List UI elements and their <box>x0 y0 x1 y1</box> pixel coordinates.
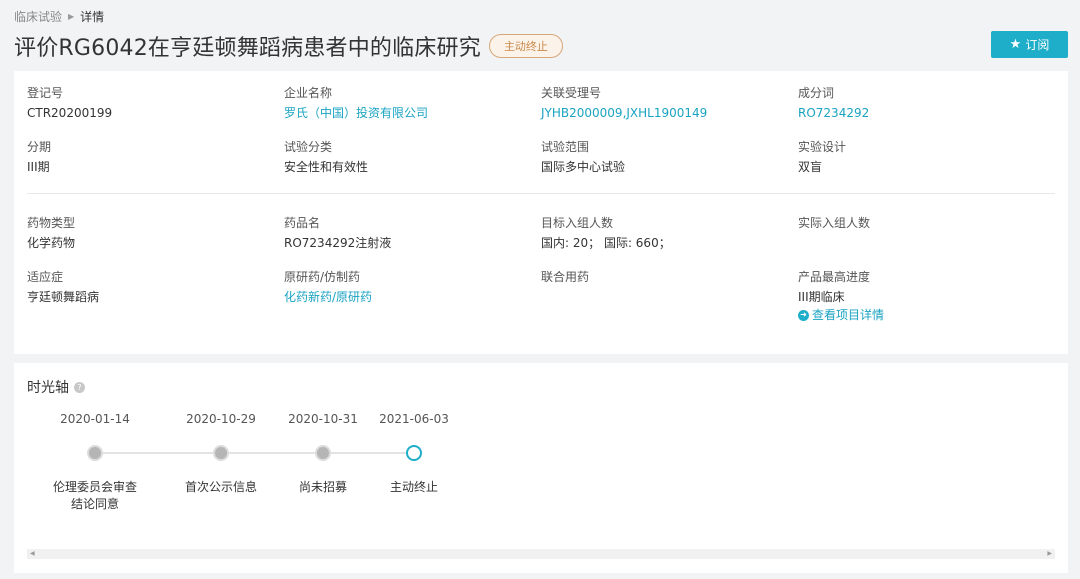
info-label: 药品名 <box>284 216 321 230</box>
info-cell: 适应症 亨廷顿舞蹈病 <box>27 269 284 323</box>
info-cell: 关联受理号 JYHB2000009,JXHL1900149 <box>541 85 798 139</box>
info-label: 实际入组人数 <box>798 216 871 230</box>
info-value-link[interactable]: 罗氏（中国）投资有限公司 <box>284 105 541 121</box>
divider <box>27 193 1055 194</box>
info-cell: 药品名 RO7234292注射液 <box>284 215 541 269</box>
info-value-link[interactable]: JYHB2000009,JXHL1900149 <box>541 105 798 121</box>
view-project-label: 查看项目详情 <box>812 308 885 322</box>
horizontal-scrollbar[interactable]: ◀ ▶ <box>27 549 1055 559</box>
info-cell: 试验范围国际多中心试验 <box>541 139 798 193</box>
timeline-date: 2020-01-14 <box>60 412 130 426</box>
scroll-right-icon[interactable]: ▶ <box>1047 549 1052 559</box>
timeline-dot-active[interactable] <box>406 445 422 461</box>
info-value: RO7234292注射液 <box>284 236 392 250</box>
info-label: 企业名称 <box>284 86 333 100</box>
breadcrumb: 临床试验 ▶ 详情 <box>14 8 104 25</box>
title-row: 评价RG6042在亨廷顿舞蹈病患者中的临床研究 主动终止 <box>14 30 563 62</box>
info-label: 联合用药 <box>541 270 590 284</box>
info-cell: 实际入组人数 <box>798 215 1055 269</box>
info-label: 目标入组人数 <box>541 216 614 230</box>
info-cell: 登记号 CTR20200199 <box>27 85 284 139</box>
info-value: 双盲 <box>798 160 823 174</box>
info-label: 适应症 <box>27 270 64 284</box>
info-value-link[interactable]: 化药新药/原研药 <box>284 289 541 305</box>
timeline-dot[interactable] <box>87 445 103 461</box>
subscribe-button[interactable]: ★ 订阅 <box>991 31 1068 58</box>
timeline-dot[interactable] <box>315 445 331 461</box>
info-cell: 分期 III期 <box>27 139 284 193</box>
timeline-date: 2020-10-29 <box>186 412 256 426</box>
info-value: 安全性和有效性 <box>284 160 369 174</box>
info-value: III期临床 <box>798 290 845 304</box>
info-cell: 目标入组人数国内: 20； 国际: 660； <box>541 215 798 269</box>
timeline-event-label: 伦理委员会审查结论同意 <box>52 480 137 511</box>
timeline-line <box>96 452 414 454</box>
info-value: 亨廷顿舞蹈病 <box>27 290 100 304</box>
info-label: 分期 <box>27 140 52 154</box>
scroll-left-icon[interactable]: ◀ <box>30 549 35 559</box>
timeline-title-text: 时光轴 <box>27 380 69 396</box>
info-label: 成分词 <box>798 86 835 100</box>
timeline-event-label: 主动终止 <box>389 480 438 494</box>
timeline-event-label: 首次公示信息 <box>184 480 257 494</box>
breadcrumb-root[interactable]: 临床试验 <box>14 8 62 25</box>
info-label: 原研药/仿制药 <box>284 270 361 284</box>
info-grid-drug: 药物类型 化学药物 药品名 RO7234292注射液 目标入组人数 国内: 20； 国际:… <box>27 215 1055 323</box>
info-cell: 药物类型 化学药物 <box>27 215 284 269</box>
timeline-date: 2021-06-03 <box>379 412 449 426</box>
info-cell: 实验设计 双盲 <box>798 139 1055 193</box>
timeline-card: 时光轴 ? 2020-01-14 伦理委员会审查结论同意 2020-10-29 首次公… <box>14 363 1068 573</box>
star-icon: ★ <box>1009 37 1022 52</box>
breadcrumb-current: 详情 <box>80 10 105 24</box>
help-icon[interactable]: ? <box>74 381 85 393</box>
info-cell: 试验分类安全性和有效性 <box>284 139 541 193</box>
info-cell: 联合用药 <box>541 269 798 323</box>
info-value: CTR20200199 <box>27 106 113 120</box>
info-label: 产品最高进度 <box>798 270 871 284</box>
arrow-right-circle-icon: ➜ <box>798 309 809 321</box>
info-cell: 企业名称罗氏（中国）投资有限公司 <box>284 85 541 139</box>
info-value: III期 <box>27 160 50 174</box>
subscribe-label: 订阅 <box>1025 38 1050 52</box>
page-title: 评价RG6042在亨廷顿舞蹈病患者中的临床研究 <box>14 36 481 61</box>
info-value-link[interactable]: RO7234292 <box>798 105 1055 121</box>
info-label: 登记号 <box>27 86 64 100</box>
info-label: 试验分类 <box>284 140 333 154</box>
info-value: 化学药物 <box>27 236 76 250</box>
status-badge: 主动终止 <box>488 34 563 58</box>
info-label: 药物类型 <box>27 216 76 230</box>
info-card: 登记号 CTR20200199 企业名称罗氏（中国）投资有限公司 关联受理号 JYHB2… <box>14 71 1068 354</box>
view-project-link[interactable]: ➜ 查看项目详情 <box>798 307 1055 323</box>
info-cell: 成分词 RO7234292 <box>798 85 1055 139</box>
info-label: 实验设计 <box>798 140 847 154</box>
breadcrumb-separator-icon: ▶ <box>68 12 75 21</box>
timeline-title: 时光轴 ? <box>27 377 85 397</box>
info-label: 试验范围 <box>541 140 590 154</box>
info-cell: 原研药/仿制药化药新药/原研药 <box>284 269 541 323</box>
info-value: 国内: 20； 国际: 660； <box>541 236 671 250</box>
timeline-dot[interactable] <box>213 445 229 461</box>
info-cell: 产品最高进度 III期临床 ➜ 查看项目详情 <box>798 269 1055 323</box>
info-label: 关联受理号 <box>541 86 602 100</box>
info-value: 国际多中心试验 <box>541 160 626 174</box>
info-grid-basic: 登记号 CTR20200199 企业名称罗氏（中国）投资有限公司 关联受理号 JYHB2… <box>27 85 1055 193</box>
